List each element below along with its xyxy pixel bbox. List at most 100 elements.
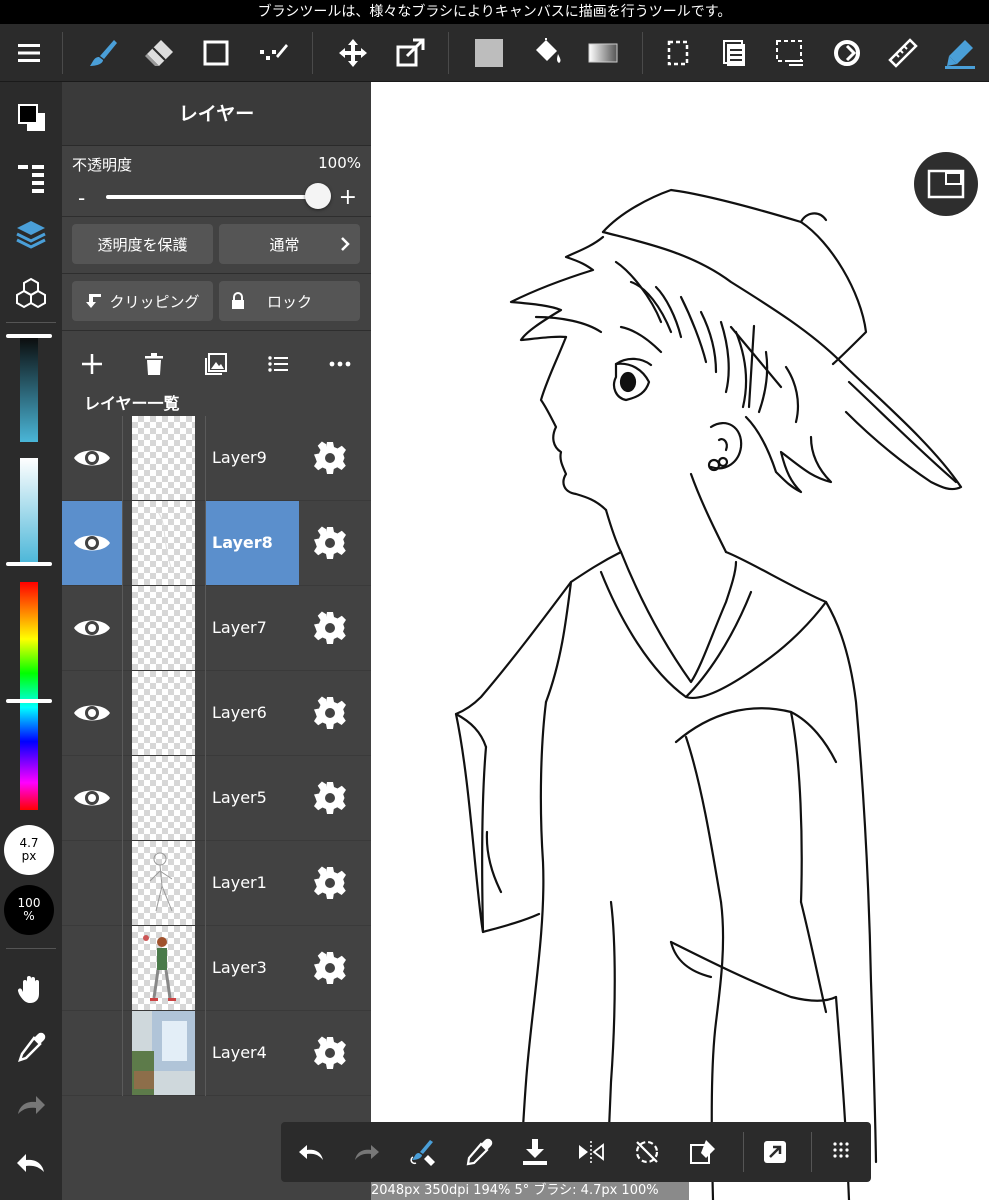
selection-icon <box>667 40 689 66</box>
gear-icon[interactable] <box>312 865 348 901</box>
layer-row[interactable]: Layer4 <box>62 1011 371 1096</box>
layer-name: Layer4 <box>212 1043 267 1062</box>
menu-button[interactable] <box>6 30 52 76</box>
rotate-icon <box>834 40 860 66</box>
square-icon <box>203 40 229 66</box>
brush-size-button[interactable]: 4.7 px <box>4 825 54 875</box>
gear-icon[interactable] <box>312 950 348 986</box>
layer-row[interactable]: Layer9 <box>62 416 371 501</box>
layer-row[interactable]: Layer6 <box>62 671 371 756</box>
layers-button[interactable] <box>6 212 56 258</box>
share-button[interactable] <box>753 1130 797 1174</box>
visibility-toggle[interactable] <box>62 1011 122 1095</box>
hand-tool-button[interactable] <box>6 966 56 1012</box>
color-swatch-button[interactable] <box>6 94 56 140</box>
layer-list-mode-button[interactable] <box>258 344 298 384</box>
opacity-minus-button[interactable]: - <box>78 186 85 210</box>
saturation-slider-thumb[interactable] <box>6 562 52 566</box>
navigator-button[interactable] <box>914 152 978 216</box>
gear-icon[interactable] <box>312 610 348 646</box>
eraser-tool-button[interactable] <box>136 30 182 76</box>
select-tool-button[interactable] <box>655 30 701 76</box>
delete-layer-button[interactable] <box>134 344 174 384</box>
brightness-slider[interactable] <box>20 336 38 442</box>
gear-icon[interactable] <box>312 440 348 476</box>
eyedropper-button[interactable] <box>6 1024 56 1070</box>
flip-horizontal-button[interactable] <box>569 1130 613 1174</box>
gear-icon[interactable] <box>312 780 348 816</box>
opacity-plus-button[interactable]: + <box>339 185 357 210</box>
layer-row[interactable]: Layer5 <box>62 756 371 841</box>
gear-icon[interactable] <box>312 695 348 731</box>
layer-copy-button[interactable] <box>712 30 758 76</box>
brush-opacity-button[interactable]: 100 % <box>4 885 54 935</box>
layer-row[interactable]: Layer8 <box>62 501 371 586</box>
visibility-toggle[interactable] <box>62 501 122 585</box>
visibility-toggle[interactable] <box>62 586 122 670</box>
more-options-button[interactable] <box>320 344 360 384</box>
share-arrow-icon <box>764 1141 786 1163</box>
eye-icon <box>74 705 110 721</box>
fill-color-button[interactable] <box>466 30 512 76</box>
undo-side-button[interactable] <box>6 1140 56 1186</box>
lock-button[interactable]: ロック <box>219 281 360 321</box>
gear-icon[interactable] <box>312 525 348 561</box>
reset-rotation-button[interactable] <box>625 1130 669 1174</box>
clipping-button[interactable]: クリッピング <box>72 281 213 321</box>
shape-tool-button[interactable] <box>193 30 239 76</box>
saturation-slider[interactable] <box>20 458 38 564</box>
visibility-toggle[interactable] <box>62 416 122 500</box>
paint-bucket-icon <box>536 38 561 63</box>
visibility-toggle[interactable] <box>62 841 122 925</box>
brush-eraser-toggle-button[interactable] <box>401 1130 445 1174</box>
gear-icon[interactable] <box>312 1035 348 1071</box>
dot-brush-tool-button[interactable] <box>250 30 296 76</box>
visibility-toggle[interactable] <box>62 756 122 840</box>
undo-button[interactable] <box>289 1130 333 1174</box>
add-layer-button[interactable] <box>72 344 112 384</box>
hue-slider-thumb[interactable] <box>6 699 52 703</box>
marker-icon <box>945 40 975 69</box>
tool-tip-bar: ブラシツールは、様々なブラシによりキャンバスに描画を行うツールです。 <box>0 0 989 24</box>
bucket-tool-button[interactable] <box>523 30 569 76</box>
brush-tool-button[interactable] <box>80 30 126 76</box>
layer-thumbnail <box>132 926 195 1010</box>
toolbar-grip-button[interactable] <box>819 1130 863 1174</box>
line-art-drawing <box>454 188 963 1200</box>
opacity-slider-knob[interactable] <box>305 183 331 209</box>
protect-alpha-button[interactable]: 透明度を保護 <box>72 224 213 264</box>
import-image-button[interactable] <box>196 344 236 384</box>
clear-selection-button[interactable] <box>681 1130 725 1174</box>
layer-row[interactable]: Layer3 <box>62 926 371 1011</box>
redo-icon <box>18 1096 45 1114</box>
opacity-slider[interactable] <box>106 195 316 199</box>
visibility-toggle[interactable] <box>62 926 122 1010</box>
eye-icon <box>74 535 110 551</box>
lock-icon <box>232 292 244 309</box>
layer-row[interactable]: Layer7 <box>62 586 371 671</box>
materials-button[interactable] <box>6 270 56 316</box>
layer-row[interactable]: Layer1 <box>62 841 371 926</box>
eye-icon <box>74 790 110 806</box>
ruler-button[interactable] <box>880 30 926 76</box>
bottom-quick-toolbar <box>281 1122 871 1182</box>
brightness-slider-thumb[interactable] <box>6 334 52 338</box>
transform-tool-button[interactable] <box>387 30 433 76</box>
redo-side-button[interactable] <box>6 1082 56 1128</box>
clear-layer-icon <box>690 1140 715 1164</box>
gradient-tool-button[interactable] <box>580 30 626 76</box>
hue-slider[interactable] <box>20 582 38 810</box>
layer-thumbnail <box>132 586 195 670</box>
quick-eyedropper-button[interactable] <box>457 1130 501 1174</box>
pen-settings-button[interactable] <box>937 30 983 76</box>
redo-button[interactable] <box>345 1130 389 1174</box>
eye-icon <box>74 450 110 466</box>
save-export-button[interactable] <box>513 1130 557 1174</box>
drawing-canvas[interactable] <box>371 82 989 1200</box>
select-menu-button[interactable] <box>767 30 813 76</box>
blend-mode-button[interactable]: 通常 <box>219 224 360 264</box>
move-tool-button[interactable] <box>330 30 376 76</box>
visibility-toggle[interactable] <box>62 671 122 755</box>
rotate-canvas-button[interactable] <box>824 30 870 76</box>
brush-list-button[interactable] <box>6 154 56 200</box>
